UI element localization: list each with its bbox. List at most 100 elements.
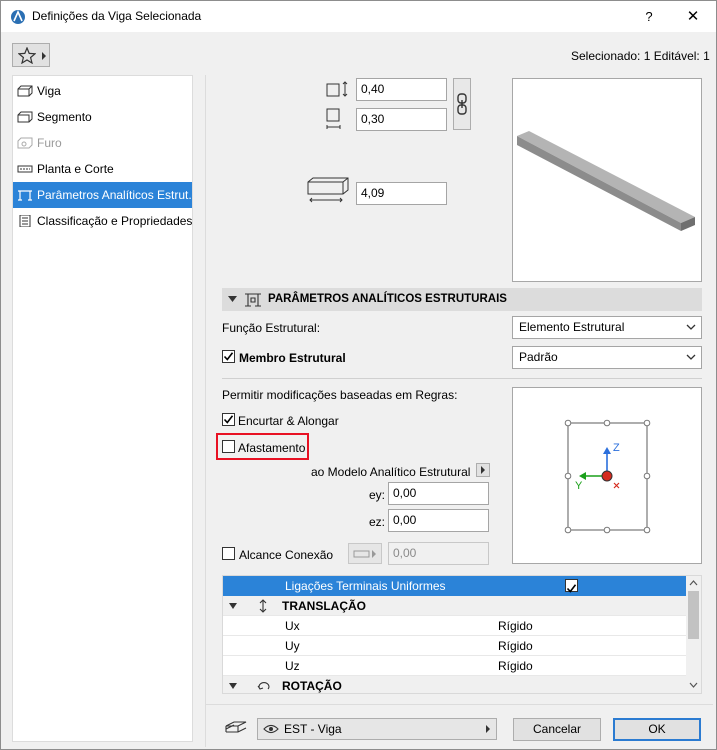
beam-icon <box>17 85 33 97</box>
checkmark-icon <box>566 584 577 593</box>
length-field[interactable]: 4,09 <box>356 182 447 205</box>
uniform-end-releases-row[interactable]: Ligações Terminais Uniformes <box>223 576 687 596</box>
star-icon <box>18 47 36 64</box>
beam-3d-model-icon <box>517 131 695 231</box>
shorten-extend-label: Encurtar & Alongar <box>238 414 339 428</box>
settings-sidebar: Viga Segmento Furo Planta e Corte Parâme… <box>12 75 193 742</box>
title-bar: Definições da Viga Selecionada ? ✕ <box>1 1 716 32</box>
rotation-label: ROTAÇÃO <box>282 679 342 693</box>
structural-analytics-section-header[interactable]: PARÂMETROS ANALÍTICOS ESTRUTURAIS <box>222 288 702 311</box>
connection-reach-field[interactable]: 0,00 <box>388 542 489 565</box>
connection-reach-mode-button[interactable] <box>348 543 382 564</box>
beam-settings-dialog: Definições da Viga Selecionada ? ✕ Selec… <box>0 0 717 750</box>
sidebar-item-label: Segmento <box>37 110 92 124</box>
analytical-axis-preview: Z Y <box>512 387 702 564</box>
height-field[interactable]: 0,40 <box>356 78 447 101</box>
shorten-extend-checkbox[interactable] <box>222 413 235 426</box>
structural-member-checkbox[interactable] <box>222 350 235 363</box>
table-scrollbar[interactable] <box>686 576 701 693</box>
link-dimensions-button[interactable] <box>453 78 471 130</box>
translation-group-row[interactable]: TRANSLAÇÃO <box>223 596 687 616</box>
panel-separator <box>205 75 206 747</box>
ez-label: ez: <box>369 515 386 529</box>
layer-value: EST - Viga <box>284 722 342 736</box>
layer-icon <box>225 721 247 733</box>
hole-icon <box>17 137 33 149</box>
release-name: Ux <box>285 619 300 633</box>
length-dimension-icon <box>307 177 349 203</box>
table-row[interactable]: Uz Rígido <box>223 656 687 676</box>
table-row[interactable]: Uy Rígido <box>223 636 687 656</box>
plan-section-icon <box>17 165 33 173</box>
connection-reach-label: Alcance Conexão <box>239 548 334 562</box>
end-releases-table: Ligações Terminais Uniformes TRANSLAÇÃO … <box>222 575 702 694</box>
layer-selector[interactable]: EST - Viga <box>257 718 497 740</box>
section-title: PARÂMETROS ANALÍTICOS ESTRUTURAIS <box>268 293 507 305</box>
arrow-right-icon <box>481 466 485 474</box>
help-button[interactable]: ? <box>626 1 672 32</box>
scroll-up-icon[interactable] <box>689 580 698 586</box>
sidebar-item-planta-corte[interactable]: Planta e Corte <box>13 156 192 182</box>
structural-analytical-icon <box>245 293 261 307</box>
ez-field[interactable]: 0,00 <box>388 509 489 532</box>
ok-button[interactable]: OK <box>613 718 701 741</box>
arrow-right-icon <box>42 52 46 60</box>
sidebar-item-parametros-analiticos[interactable]: Parâmetros Analíticos Estrut... <box>13 182 192 208</box>
chevron-down-icon <box>686 324 696 330</box>
sidebar-item-label: Viga <box>37 84 61 98</box>
selection-status: Selecionado: 1 Editável: 1 <box>571 49 710 63</box>
structural-function-label: Função Estrutural: <box>222 321 321 335</box>
width-field[interactable]: 0,30 <box>356 108 447 131</box>
section-divider <box>222 378 702 379</box>
translation-icon <box>259 599 267 613</box>
rules-label: Permitir modificações baseadas em Regras… <box>222 388 458 402</box>
offset-checkbox[interactable] <box>222 440 235 453</box>
table-row[interactable]: Ux Rígido <box>223 616 687 636</box>
collapse-arrow-icon <box>228 296 237 302</box>
reach-icon <box>353 550 376 558</box>
footer-separator <box>205 704 713 705</box>
sidebar-item-label: Furo <box>37 136 62 150</box>
structural-member-value: Padrão <box>519 350 558 364</box>
structural-function-value: Elemento Estrutural <box>519 320 625 334</box>
scroll-down-icon[interactable] <box>689 682 698 688</box>
y-axis-label: Y <box>575 480 583 492</box>
sidebar-item-viga[interactable]: Viga <box>13 78 192 104</box>
rotation-icon <box>257 682 270 690</box>
segment-icon <box>17 111 33 123</box>
scrollbar-thumb[interactable] <box>688 591 699 639</box>
sidebar-item-furo[interactable]: Furo <box>13 130 192 156</box>
sidebar-item-segmento[interactable]: Segmento <box>13 104 192 130</box>
sidebar-item-label: Planta e Corte <box>37 162 114 176</box>
window-title: Definições da Viga Selecionada <box>32 9 202 23</box>
favorites-button[interactable] <box>12 43 50 67</box>
ey-field[interactable]: 0,00 <box>388 482 489 505</box>
offset-label: Afastamento <box>238 441 306 455</box>
checkmark-icon <box>223 415 234 424</box>
width-dimension-icon <box>326 108 341 129</box>
cancel-button[interactable]: Cancelar <box>513 718 601 741</box>
classification-icon <box>19 215 31 227</box>
structural-function-dropdown[interactable]: Elemento Estrutural <box>512 316 702 339</box>
rotation-group-row[interactable]: ROTAÇÃO <box>223 676 687 693</box>
chain-link-icon <box>457 93 467 115</box>
sidebar-item-label: Parâmetros Analíticos Estrut... <box>37 188 192 202</box>
close-button[interactable]: ✕ <box>670 1 716 32</box>
offset-target-menu-button[interactable] <box>476 463 490 477</box>
sidebar-item-label: Classificação e Propriedades <box>37 214 192 228</box>
offset-target-label: ao Modelo Analítico Estrutural <box>311 465 471 479</box>
ey-label: ey: <box>369 488 386 502</box>
collapse-arrow-icon <box>229 683 237 689</box>
sidebar-item-classificacao[interactable]: Classificação e Propriedades <box>13 208 192 234</box>
arrow-right-icon <box>486 725 490 733</box>
connection-reach-checkbox[interactable] <box>222 547 235 560</box>
axis-diagram <box>564 419 651 534</box>
uniform-end-releases-checkbox[interactable] <box>565 579 578 593</box>
collapse-arrow-icon <box>229 603 237 609</box>
structural-member-dropdown[interactable]: Padrão <box>512 346 702 369</box>
uniform-end-releases-label: Ligações Terminais Uniformes <box>285 579 446 593</box>
structural-analytical-icon <box>18 190 32 201</box>
release-name: Uy <box>285 639 300 653</box>
release-value: Rígido <box>498 639 533 653</box>
archicad-logo-icon <box>11 10 25 24</box>
